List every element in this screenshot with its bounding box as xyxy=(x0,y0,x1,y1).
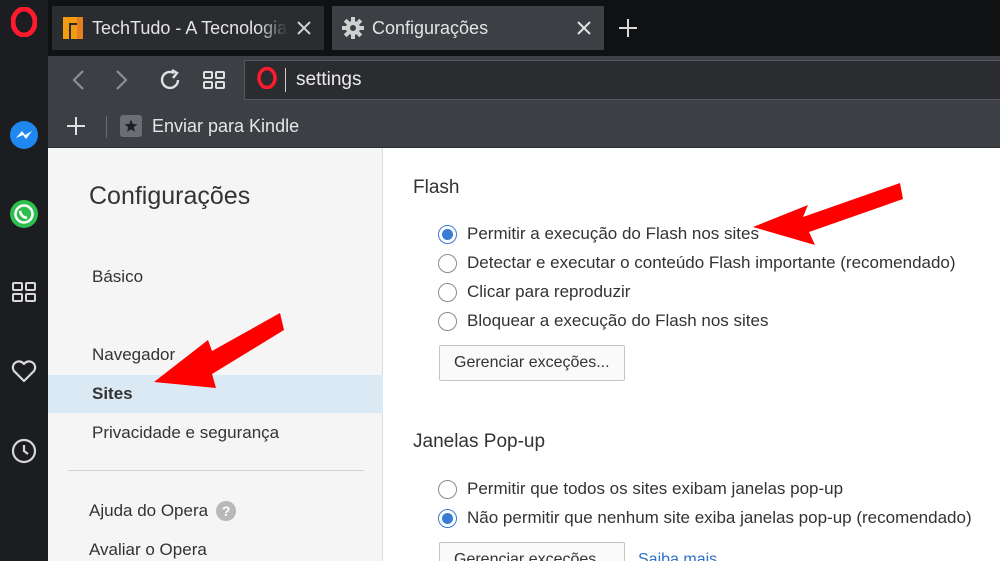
bookmark-enviar-para-kindle[interactable]: Enviar para Kindle xyxy=(120,110,299,142)
address-bar[interactable] xyxy=(244,60,1000,100)
opera-logo-icon xyxy=(257,66,277,94)
settings-nav-avaliar[interactable]: Avaliar o Opera xyxy=(48,531,383,561)
flash-section-title: Flash xyxy=(413,177,460,198)
radio-label: Permitir que todos os sites exibam janel… xyxy=(467,479,844,498)
add-bookmark-button[interactable] xyxy=(60,110,92,142)
forward-button[interactable] xyxy=(104,62,140,98)
popup-section-title: Janelas Pop-up xyxy=(413,431,546,452)
popup-manage-exceptions-button[interactable]: Gerenciar exceções... xyxy=(439,542,625,561)
history-clock-icon[interactable] xyxy=(4,431,44,471)
settings-content: Flash Permitir a execução do Flash nos s… xyxy=(384,148,1000,561)
speed-dial-icon[interactable] xyxy=(196,62,232,98)
nav-item-label: Ajuda do Opera xyxy=(89,501,209,520)
learn-more-link[interactable]: Saiba mais xyxy=(638,551,717,561)
radio-button[interactable] xyxy=(438,311,457,331)
popup-option-allow[interactable]: Permitir que todos os sites exibam janel… xyxy=(438,475,843,503)
close-icon[interactable] xyxy=(288,12,320,44)
opera-sidebar xyxy=(0,0,48,561)
address-input[interactable] xyxy=(296,69,896,91)
new-tab-button[interactable] xyxy=(612,12,644,44)
techtudo-favicon xyxy=(60,15,86,41)
nav-item-label: Básico xyxy=(92,267,144,286)
star-icon xyxy=(120,115,142,137)
gear-icon xyxy=(340,15,366,41)
flash-option-click-to-play[interactable]: Clicar para reproduzir xyxy=(438,278,630,306)
settings-nav-basico[interactable]: Básico xyxy=(48,258,383,296)
opera-logo-icon[interactable] xyxy=(4,2,44,42)
radio-button-checked[interactable] xyxy=(438,224,457,244)
settings-nav-navegador[interactable]: Navegador xyxy=(48,336,383,374)
radio-label: Permitir a execução do Flash nos sites xyxy=(467,224,759,243)
heart-icon[interactable] xyxy=(4,351,44,391)
radio-button-checked[interactable] xyxy=(438,508,457,528)
bookmarks-separator xyxy=(106,116,107,138)
speed-dial-icon[interactable] xyxy=(4,272,44,312)
radio-label: Detectar e executar o conteúdo Flash imp… xyxy=(467,253,956,272)
radio-label: Bloquear a execução do Flash nos sites xyxy=(467,311,769,330)
settings-nav-privacidade[interactable]: Privacidade e segurança xyxy=(48,414,383,452)
help-question-icon: ? xyxy=(216,501,237,521)
address-separator xyxy=(285,68,286,92)
nav-item-label: Sites xyxy=(92,384,133,403)
tab-bar: TechTudo - A Tecnologia Descomplicada Co… xyxy=(48,0,1000,56)
tab-title: TechTudo - A Tecnologia Descomplicada xyxy=(92,17,288,38)
flash-manage-exceptions-button[interactable]: Gerenciar exceções... xyxy=(439,345,625,381)
radio-label: Clicar para reproduzir xyxy=(467,282,631,301)
close-icon[interactable] xyxy=(568,12,600,44)
nav-item-label: Navegador xyxy=(92,345,176,364)
tab-techtudo[interactable]: TechTudo - A Tecnologia Descomplicada xyxy=(52,6,324,50)
navigation-bar xyxy=(48,56,1000,104)
nav-item-label: Avaliar o Opera xyxy=(89,540,207,559)
settings-sidebar: Configurações Básico Navegador Sites Pri… xyxy=(48,148,383,561)
tab-title: Configurações xyxy=(372,17,489,38)
flash-option-block[interactable]: Bloquear a execução do Flash nos sites xyxy=(438,307,768,335)
settings-nav-ajuda[interactable]: Ajuda do Opera ? xyxy=(48,492,383,530)
flash-option-allow[interactable]: Permitir a execução do Flash nos sites xyxy=(438,220,759,248)
popup-option-block[interactable]: Não permitir que nenhum site exiba janel… xyxy=(438,504,972,532)
tab-settings[interactable]: Configurações xyxy=(332,6,604,50)
bookmark-label: Enviar para Kindle xyxy=(152,115,300,136)
messenger-icon[interactable] xyxy=(4,115,44,155)
settings-nav-sites[interactable]: Sites xyxy=(48,375,383,413)
nav-item-label: Privacidade e segurança xyxy=(92,423,280,442)
reload-button[interactable] xyxy=(152,62,188,98)
flash-option-detect[interactable]: Detectar e executar o conteúdo Flash imp… xyxy=(438,249,956,277)
radio-label: Não permitir que nenhum site exiba janel… xyxy=(467,508,972,527)
back-button[interactable] xyxy=(60,62,96,98)
bookmarks-bar: Enviar para Kindle xyxy=(48,104,1000,148)
radio-button[interactable] xyxy=(438,282,457,302)
whatsapp-icon[interactable] xyxy=(4,194,44,234)
settings-title: Configurações xyxy=(89,182,251,210)
radio-button[interactable] xyxy=(438,253,457,273)
nav-divider xyxy=(68,470,364,471)
radio-button[interactable] xyxy=(438,479,457,499)
